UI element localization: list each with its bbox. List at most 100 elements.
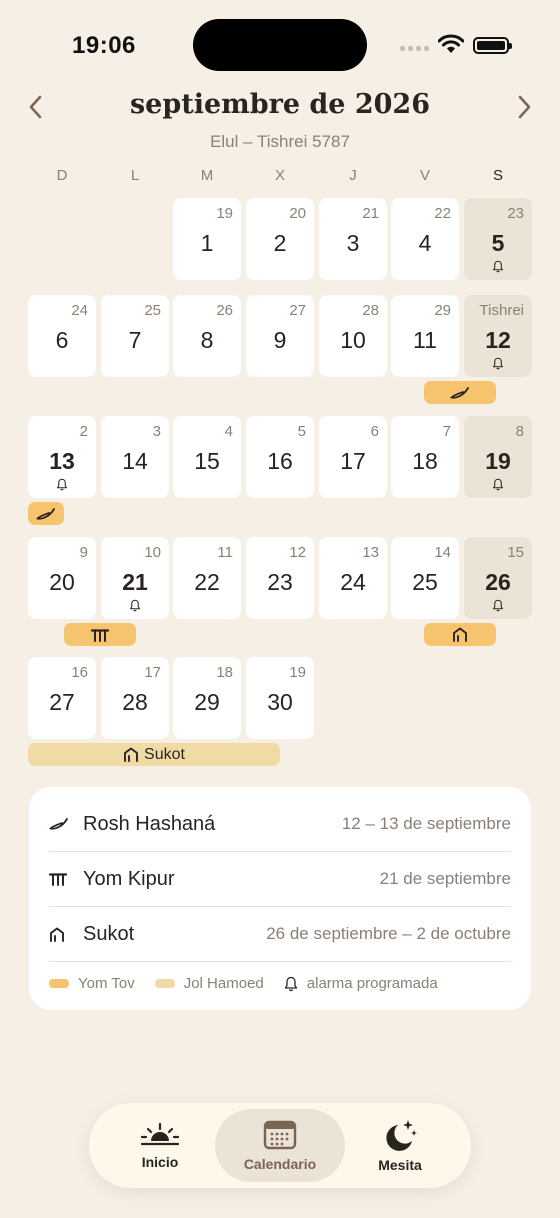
day-number: 30	[267, 689, 293, 715]
holiday-row[interactable]: Sukot 26 de septiembre – 2 de octubre	[49, 907, 511, 962]
bell-icon	[492, 599, 504, 612]
day-cell[interactable]: 13 24	[319, 537, 387, 619]
legend-alarm: alarma programada	[284, 975, 438, 992]
holiday-row[interactable]: Rosh Hashaná 12 – 13 de septiembre	[49, 797, 511, 852]
day-number: 5	[491, 230, 505, 256]
day-number: 21	[122, 569, 148, 595]
day-cell[interactable]: 25 7	[101, 295, 169, 377]
holiday-dates: 12 – 13 de septiembre	[341, 814, 511, 833]
day-cell[interactable]: 8 19	[464, 416, 532, 498]
weekday-label: L	[130, 167, 140, 184]
legend-yomtov-label: Yom Tov	[78, 975, 135, 992]
day-cell[interactable]: 16 27	[28, 657, 96, 739]
day-cell[interactable]: 18 29	[173, 657, 241, 739]
day-cell[interactable]: 27 9	[246, 295, 314, 377]
cellular-signal-icon	[400, 46, 429, 51]
holiday-row[interactable]: Yom Kipur 21 de septiembre	[49, 852, 511, 907]
legend-yomtov: Yom Tov	[49, 975, 135, 992]
holiday-dates: 26 de septiembre – 2 de octubre	[266, 924, 511, 943]
hebrew-date: 22	[434, 205, 451, 222]
day-cell[interactable]: 15 26	[464, 537, 532, 619]
hebrew-date: 7	[442, 423, 451, 440]
yomtov-bar[interactable]	[28, 502, 64, 525]
day-number: 16	[267, 448, 293, 474]
hebrew-date: 29	[434, 302, 451, 319]
battery-icon	[473, 37, 512, 54]
hebrew-date: 25	[144, 302, 161, 319]
tab-inicio[interactable]: Inicio	[95, 1109, 225, 1182]
tab-calendario[interactable]: Calendario	[215, 1109, 345, 1182]
weekday-label: S	[492, 167, 503, 184]
shofar-icon	[450, 386, 470, 400]
day-number: 8	[200, 327, 214, 353]
day-number: 6	[55, 327, 69, 353]
day-cell[interactable]: 213	[319, 198, 387, 280]
day-cell[interactable]: 213	[28, 416, 96, 498]
day-number: 17	[340, 448, 366, 474]
day-cell[interactable]: 29 11	[391, 295, 459, 377]
yomtov-swatch	[49, 979, 69, 988]
day-number: 15	[194, 448, 220, 474]
tab-inicio-label: Inicio	[141, 1153, 179, 1170]
sukkah-icon	[452, 627, 468, 642]
calendar-icon	[263, 1120, 297, 1149]
day-cell[interactable]: 19 30	[246, 657, 314, 739]
hebrew-date: 9	[79, 544, 88, 561]
day-number: 11	[413, 327, 437, 353]
hebrew-date: Tishrei	[479, 302, 524, 319]
jol-hamoed-swatch	[154, 979, 175, 988]
bell-icon	[129, 599, 141, 612]
yomtov-bar[interactable]	[424, 381, 496, 404]
day-cell[interactable]: 4 15	[173, 416, 241, 498]
next-month-button[interactable]	[514, 94, 534, 120]
day-cell[interactable]: 5 16	[246, 416, 314, 498]
day-cell[interactable]: 6 17	[319, 416, 387, 498]
day-cell[interactable]: 24 6	[28, 295, 96, 377]
holiday-legend-card: Rosh Hashaná 12 – 13 de septiembre Yom Kip…	[29, 787, 531, 1010]
day-cell[interactable]: 17 28	[101, 657, 169, 739]
weekday-label: D	[56, 167, 68, 184]
day-number: 12	[485, 327, 511, 353]
bell-icon	[284, 976, 297, 991]
weekday-label: J	[349, 167, 357, 184]
day-cell[interactable]: 26 8	[173, 295, 241, 377]
jol-hamoed-bar[interactable]: Sukot	[28, 743, 280, 766]
yom-kipur-icon	[49, 872, 73, 886]
hebrew-date: 18	[216, 664, 233, 681]
yom-kipur-icon	[91, 628, 109, 642]
yomtov-bar[interactable]	[64, 623, 136, 646]
day-cell[interactable]: 20 2	[246, 198, 314, 280]
hebrew-date: 10	[144, 544, 161, 561]
day-number: 1	[200, 230, 214, 256]
day-cell[interactable]: 9 20	[28, 537, 96, 619]
hebrew-date: 4	[224, 423, 233, 440]
day-cell[interactable]: Tishrei 12	[464, 295, 532, 377]
holiday-dates: 21 de septiembre	[379, 869, 511, 888]
day-cell[interactable]: 3 14	[101, 416, 169, 498]
day-cell[interactable]: 10 21	[101, 537, 169, 619]
day-number: 20	[49, 569, 75, 595]
yomtov-bar[interactable]	[424, 623, 496, 646]
day-cell[interactable]: 22 4	[391, 198, 459, 280]
hebrew-date: 17	[144, 664, 161, 681]
hebrew-date: 11	[217, 544, 233, 561]
weekday-label: V	[419, 167, 430, 184]
day-cell[interactable]: 11 22	[173, 537, 241, 619]
day-cell[interactable]: 28 10	[319, 295, 387, 377]
day-cell[interactable]: 23 5	[464, 198, 532, 280]
legend-jol-hamoed: Jol Hamoed	[154, 975, 264, 992]
day-number: 23	[267, 569, 293, 595]
day-number: 3	[346, 230, 360, 256]
day-number: 13	[49, 448, 75, 474]
day-number: 28	[122, 689, 148, 715]
day-cell[interactable]: 7 18	[391, 416, 459, 498]
weekday-label: X	[274, 167, 285, 184]
day-cell[interactable]: 14 25	[391, 537, 459, 619]
day-number: 4	[418, 230, 432, 256]
day-number: 9	[273, 327, 287, 353]
day-cell[interactable]: 19 1	[173, 198, 241, 280]
tab-mesita[interactable]: Mesita	[335, 1109, 465, 1182]
day-cell[interactable]: 12 23	[246, 537, 314, 619]
day-number: 25	[412, 569, 438, 595]
hebrew-date: 21	[362, 205, 379, 222]
